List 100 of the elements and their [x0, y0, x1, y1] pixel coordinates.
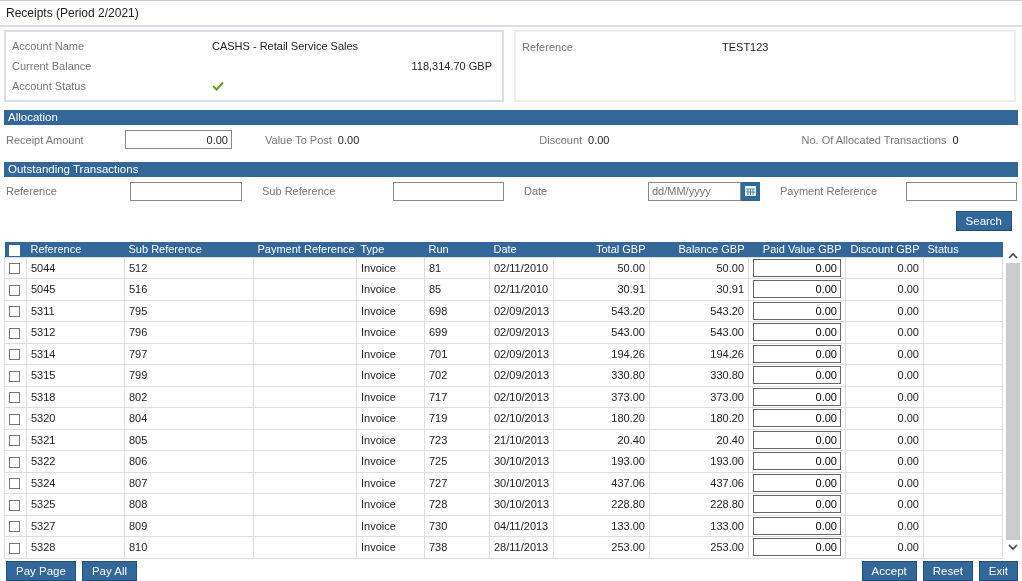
table-cell: 5325: [31, 498, 56, 511]
table-cell: 797: [129, 347, 148, 360]
row-checkbox[interactable]: [9, 456, 20, 468]
row-checkbox[interactable]: [9, 499, 20, 511]
column-header[interactable]: Paid Value GBP: [748, 242, 846, 257]
paid-value-field[interactable]: 0.00: [753, 387, 841, 406]
column-header[interactable]: Status: [923, 242, 1003, 257]
table-cell: 180.20: [710, 412, 744, 425]
filter-field[interactable]: [130, 181, 242, 201]
row-checkbox[interactable]: [9, 435, 20, 447]
table-cell: 796: [129, 326, 148, 339]
table-cell: 253.00: [710, 541, 744, 554]
row-checkbox[interactable]: [9, 521, 20, 533]
column-header[interactable]: Reference: [26, 242, 125, 257]
paid-value-field[interactable]: 0.00: [753, 301, 841, 320]
table-cell: 373.00: [710, 390, 744, 403]
filter-label: Reference: [6, 185, 58, 198]
table-cell: 5315: [31, 369, 56, 382]
footer-button[interactable]: Reset: [922, 561, 973, 581]
field-label: Reference: [522, 40, 574, 53]
row-checkbox[interactable]: [9, 413, 20, 425]
row-checkbox[interactable]: [9, 306, 20, 318]
column-header[interactable]: Balance GBP: [649, 242, 749, 257]
table-cell: 133.00: [710, 519, 744, 532]
paid-value-field[interactable]: 0.00: [753, 280, 841, 299]
table-cell: 0.00: [897, 498, 919, 511]
table-cell: 719: [429, 412, 448, 425]
column-header[interactable]: Discount GBP: [845, 242, 924, 257]
table-cell: 193.00: [710, 455, 744, 468]
footer-button[interactable]: Pay All: [81, 561, 138, 581]
table-cell: 85: [429, 283, 442, 296]
select-all-checkbox[interactable]: [8, 244, 20, 256]
footer-button[interactable]: Pay Page: [6, 561, 76, 581]
calendar-button[interactable]: [741, 181, 760, 201]
paid-value-field[interactable]: 0.00: [753, 344, 841, 363]
column-header[interactable]: Date: [489, 242, 554, 257]
table-cell: Invoice: [361, 390, 396, 403]
table-cell: 804: [129, 412, 148, 425]
paid-value-field[interactable]: 0.00: [753, 258, 841, 277]
filter-label: Date: [524, 185, 549, 198]
column-header[interactable]: Total GBP: [553, 242, 650, 257]
table-cell: 806: [129, 455, 148, 468]
stat-label: Discount: [539, 133, 583, 146]
table-cell: 0.00: [897, 390, 919, 403]
scroll-down-icon[interactable]: [1008, 544, 1018, 551]
table-cell: Invoice: [361, 476, 396, 489]
column-header[interactable]: Sub Reference: [124, 242, 254, 257]
field-label: Receipt Amount: [6, 133, 85, 146]
table-cell: 20.40: [716, 433, 744, 446]
filter-field[interactable]: [393, 181, 504, 201]
table-cell: 0.00: [897, 261, 919, 274]
field-label: Current Balance: [12, 60, 93, 73]
table-cell: 02/09/2013: [494, 304, 550, 317]
table-cell: 253.00: [611, 541, 645, 554]
table-cell: 437.06: [710, 476, 744, 489]
section-header: Allocation: [4, 110, 1018, 126]
table-cell: 0.00: [897, 347, 919, 360]
filter-field[interactable]: [906, 181, 1017, 201]
paid-value-field[interactable]: 0.00: [753, 409, 841, 428]
column-header[interactable]: Payment Reference: [253, 242, 357, 257]
table-cell: 30/10/2013: [494, 476, 550, 489]
row-checkbox[interactable]: [9, 542, 20, 554]
table-cell: 717: [429, 390, 448, 403]
paid-value-field[interactable]: 0.00: [753, 430, 841, 449]
calendar-icon: [745, 186, 756, 197]
paid-value-field[interactable]: 0.00: [753, 538, 841, 557]
table-cell: 133.00: [611, 519, 645, 532]
paid-value-field[interactable]: 0.00: [753, 323, 841, 342]
row-checkbox[interactable]: [9, 478, 20, 490]
row-checkbox[interactable]: [9, 370, 20, 382]
table-cell: 5311: [31, 304, 55, 317]
date-field[interactable]: dd/MM/yyyy: [648, 181, 741, 201]
table-cell: 02/09/2013: [494, 326, 550, 339]
paid-value-field[interactable]: 0.00: [753, 473, 841, 492]
field-value: TEST123: [722, 40, 770, 53]
footer-button[interactable]: Exit: [978, 561, 1018, 581]
paid-value-field[interactable]: 0.00: [753, 366, 841, 385]
row-checkbox[interactable]: [9, 263, 20, 275]
row-checkbox[interactable]: [9, 392, 20, 404]
field-label: Account Status: [12, 80, 87, 93]
table-cell: Invoice: [361, 326, 396, 339]
paid-value-field[interactable]: 0.00: [753, 516, 841, 535]
table-cell: 5328: [31, 541, 56, 554]
paid-value-field[interactable]: 0.00: [753, 452, 841, 471]
footer-button[interactable]: Accept: [861, 561, 917, 581]
table-cell: 5314: [31, 347, 56, 360]
row-checkbox[interactable]: [9, 327, 20, 339]
column-header[interactable]: Type: [356, 242, 425, 257]
row-checkbox[interactable]: [9, 284, 20, 296]
receipt-amount-field[interactable]: 0.00: [125, 130, 232, 150]
table-cell: 30/10/2013: [494, 498, 550, 511]
row-checkbox[interactable]: [9, 349, 20, 361]
search-button[interactable]: Search: [955, 210, 1012, 231]
table-cell: 50.00: [716, 261, 744, 274]
column-header[interactable]: Run: [424, 242, 490, 257]
paid-value-field[interactable]: 0.00: [753, 495, 841, 514]
table-cell: 81: [429, 261, 442, 274]
table-cell: 5318: [31, 390, 56, 403]
table-cell: 0.00: [897, 369, 919, 382]
scroll-up-icon[interactable]: [1008, 252, 1018, 259]
